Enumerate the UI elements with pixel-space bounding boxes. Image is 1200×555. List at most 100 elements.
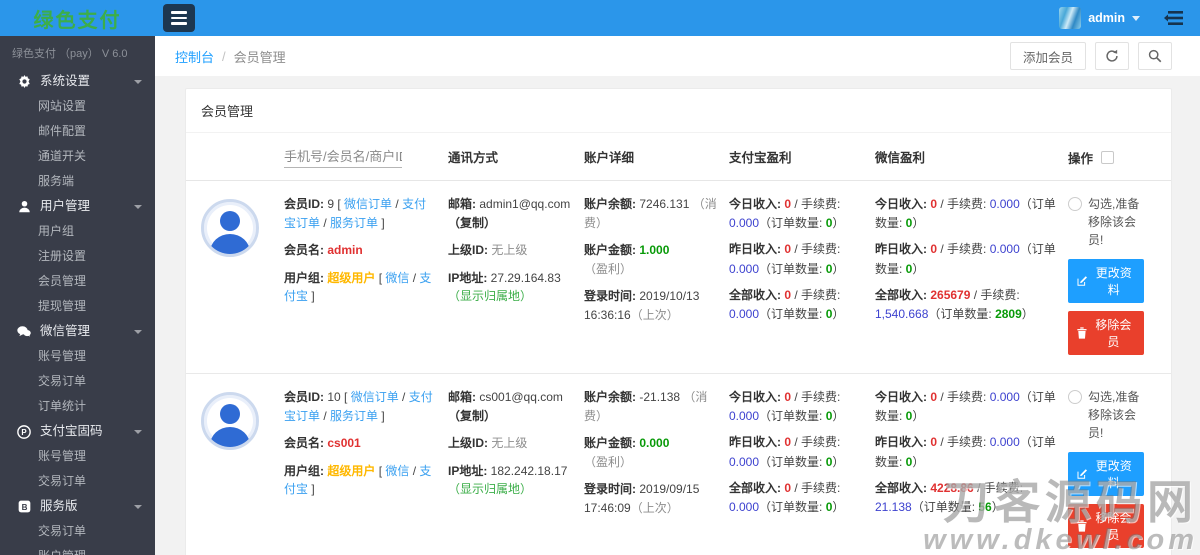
sidebar-item-label: 邮件配置 bbox=[38, 124, 87, 138]
edit-member-button[interactable]: 更改资料 bbox=[1068, 259, 1144, 303]
sidebar-item-15[interactable]: 账号管理 bbox=[0, 444, 155, 469]
alipay-total-line: 全部收入: 0 / 手续费: 0.000（订单数量: 0） bbox=[729, 479, 863, 517]
order-count-suffix: ） bbox=[832, 409, 845, 424]
sidebar-item-8[interactable]: 会员管理 bbox=[0, 269, 155, 294]
trash-icon bbox=[1077, 327, 1087, 339]
group-link[interactable]: 微信 bbox=[385, 464, 409, 478]
balance-line: 账户余额: 7246.131 （消费） bbox=[584, 195, 717, 232]
alipay-yesterday-line: 昨日收入: 0 / 手续费: 0.000（订单数量: 0） bbox=[729, 240, 863, 278]
ip-geo-link[interactable]: （显示归属地） bbox=[448, 482, 532, 496]
breadcrumb-home-link[interactable]: 控制台 bbox=[175, 47, 214, 66]
order-link[interactable]: 服务订单 bbox=[330, 409, 378, 423]
app-window: 绿色支付 admin 绿色支付 （pay） V 6.0 系统设置 网站设置 邮件配置… bbox=[0, 0, 1200, 555]
slash: / bbox=[937, 390, 948, 404]
sidebar-item-1[interactable]: 网站设置 bbox=[0, 94, 155, 119]
sidebar-item-14[interactable]: P 支付宝固码 bbox=[0, 419, 155, 444]
income-period-label: 今日收入: bbox=[729, 390, 785, 404]
sidebar-item-4[interactable]: 服务端 bbox=[0, 169, 155, 194]
slash: / bbox=[973, 480, 984, 495]
order-count-prefix: （订单数量: bbox=[759, 261, 826, 276]
remove-member-button[interactable]: 移除会员 bbox=[1068, 504, 1144, 548]
wechat-today-line: 今日收入: 0 / 手续费: 0.000（订单数量: 0） bbox=[875, 195, 1056, 233]
sidebar-item-label: 账户管理 bbox=[38, 549, 86, 555]
sidebar-item-18[interactable]: 交易订单 bbox=[0, 519, 155, 544]
svg-text:P: P bbox=[21, 427, 26, 436]
alipay-total-line: 全部收入: 0 / 手续费: 0.000（订单数量: 0） bbox=[729, 286, 863, 324]
sidebar-item-16[interactable]: 交易订单 bbox=[0, 469, 155, 494]
sidebar-item-0[interactable]: 系统设置 bbox=[0, 69, 155, 94]
remove-member-button[interactable]: 移除会员 bbox=[1068, 311, 1144, 355]
wechat-today-line: 今日收入: 0 / 手续费: 0.000（订单数量: 0） bbox=[875, 388, 1056, 426]
order-count-suffix: ） bbox=[832, 216, 845, 231]
sidebar-item-9[interactable]: 提现管理 bbox=[0, 294, 155, 319]
sidebar-item-5[interactable]: 用户管理 bbox=[0, 194, 155, 219]
hamburger-menu-icon[interactable] bbox=[163, 4, 195, 32]
field-label: 邮箱: bbox=[448, 197, 480, 211]
fee-label: 手续费: bbox=[801, 435, 841, 450]
sidebar-item-label: 用户管理 bbox=[40, 199, 91, 213]
select-all-checkbox[interactable] bbox=[1101, 151, 1115, 164]
user-group-line: 用户组: 超级用户 [ 微信 / 支付宝 ] bbox=[284, 462, 436, 499]
ip-geo-link[interactable]: （显示归属地） bbox=[448, 289, 532, 303]
chevron-down-icon bbox=[134, 430, 142, 434]
sidebar-item-12[interactable]: 交易订单 bbox=[0, 369, 155, 394]
sidebar-item-10[interactable]: 微信管理 bbox=[0, 319, 155, 344]
sidebar-item-7[interactable]: 注册设置 bbox=[0, 244, 155, 269]
add-member-button[interactable]: 添加会员 bbox=[1009, 42, 1086, 70]
sidebar-item-2[interactable]: 邮件配置 bbox=[0, 119, 155, 144]
order-link[interactable]: 微信订单 bbox=[344, 197, 392, 211]
sidebar-item-label: 账号管理 bbox=[38, 449, 87, 463]
user-menu[interactable]: admin bbox=[1059, 7, 1140, 29]
income-period-label: 全部收入: bbox=[875, 287, 931, 302]
link-separator: / bbox=[409, 270, 420, 285]
search-button[interactable] bbox=[1138, 42, 1172, 70]
remove-radio[interactable] bbox=[1068, 390, 1082, 404]
field-label: 账户金额: bbox=[584, 243, 640, 258]
column-comms: 通讯方式 bbox=[448, 151, 499, 165]
alipay-profit-cell: 今日收入: 0 / 手续费: 0.000（订单数量: 0） 昨日收入: 0 / 手… bbox=[729, 388, 875, 555]
sidebar-item-3[interactable]: 通道开关 bbox=[0, 144, 155, 169]
order-count-suffix: ） bbox=[832, 454, 845, 469]
sidebar-item-6[interactable]: 用户组 bbox=[0, 219, 155, 244]
collapse-panel-icon[interactable] bbox=[1164, 9, 1186, 27]
sidebar-item-11[interactable]: 账号管理 bbox=[0, 344, 155, 369]
amount-tag: （盈利） bbox=[584, 454, 633, 469]
sidebar-item-label: 服务端 bbox=[38, 174, 75, 188]
breadcrumb-current: 会员管理 bbox=[233, 49, 286, 65]
sidebar-item-17[interactable]: B 服务版 bbox=[0, 494, 155, 519]
panel-title: 会员管理 bbox=[186, 89, 1171, 133]
fee-label: 手续费: bbox=[801, 390, 841, 404]
amount-line: 账户金额: 0.000 （盈利） bbox=[584, 434, 717, 471]
member-name-line: 会员名: cs001 bbox=[284, 434, 436, 453]
slash: / bbox=[791, 287, 802, 302]
copy-link[interactable]: （复制） bbox=[448, 216, 496, 230]
edit-member-button[interactable]: 更改资料 bbox=[1068, 452, 1144, 496]
sidebar-item-label: 支付宝固码 bbox=[40, 424, 103, 438]
order-count-suffix: ） bbox=[912, 409, 925, 424]
parent-id-value: 无上级 bbox=[491, 243, 528, 258]
income-period-label: 昨日收入: bbox=[875, 242, 931, 257]
remove-radio[interactable] bbox=[1068, 197, 1082, 211]
slash: / bbox=[937, 435, 948, 450]
refresh-button[interactable] bbox=[1095, 42, 1129, 70]
member-name-line: 会员名: admin bbox=[284, 241, 436, 260]
copy-link[interactable]: （复制） bbox=[448, 409, 496, 423]
field-label: IP地址: bbox=[448, 463, 491, 478]
order-link[interactable]: 服务订单 bbox=[330, 216, 378, 230]
order-link[interactable]: 微信订单 bbox=[351, 390, 399, 404]
fee-value: 0.000 bbox=[729, 499, 760, 514]
sidebar-item-13[interactable]: 订单统计 bbox=[0, 394, 155, 419]
balance-value: -21.138 bbox=[639, 390, 684, 404]
search-input[interactable] bbox=[284, 147, 402, 168]
order-count-prefix: （订单数量: bbox=[928, 306, 996, 321]
slash: / bbox=[937, 242, 948, 257]
sidebar-item-19[interactable]: 账户管理 bbox=[0, 544, 155, 555]
order-count-suffix: ） bbox=[912, 454, 925, 469]
group-link[interactable]: 微信 bbox=[385, 271, 409, 285]
slash: / bbox=[791, 480, 802, 495]
member-id-value: 9 bbox=[327, 197, 338, 211]
user-group-value: 超级用户 bbox=[327, 463, 379, 478]
income-period-label: 今日收入: bbox=[875, 390, 931, 404]
income-value: 265679 bbox=[930, 287, 971, 302]
field-label: 会员名: bbox=[284, 243, 328, 258]
